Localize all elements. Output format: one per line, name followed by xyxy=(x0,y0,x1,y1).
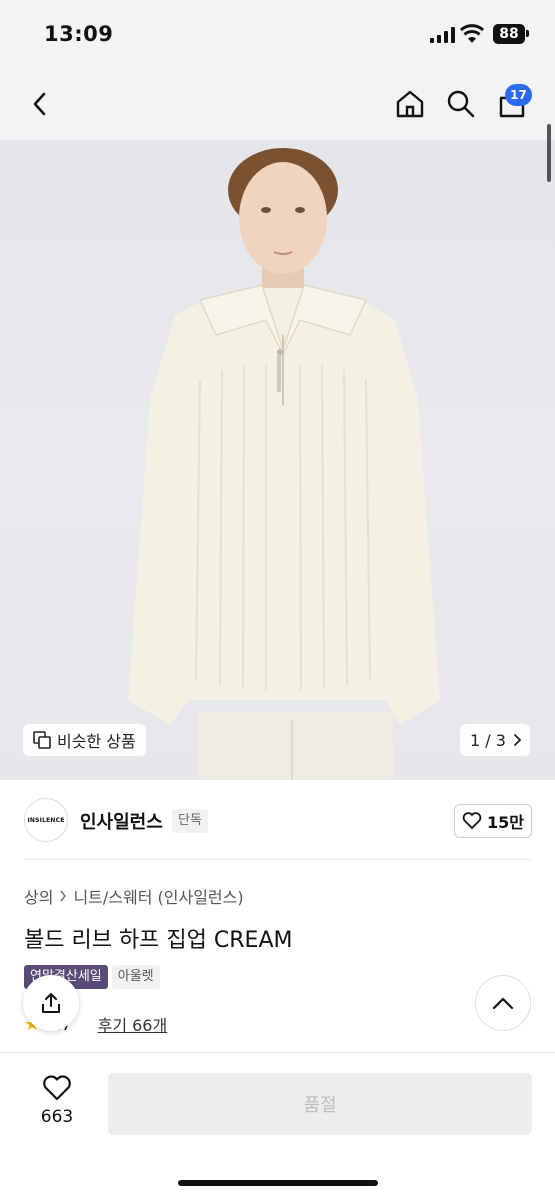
wifi-icon xyxy=(460,24,484,43)
heart-icon xyxy=(462,812,482,829)
similar-products-label: 비슷한 상품 xyxy=(57,732,136,751)
share-button[interactable] xyxy=(23,975,79,1031)
divider xyxy=(24,859,531,860)
back-button[interactable] xyxy=(22,86,58,122)
home-button[interactable] xyxy=(392,86,428,122)
soldout-button[interactable]: 품절 xyxy=(108,1073,532,1135)
home-indicator xyxy=(178,1180,378,1186)
product-title: 볼드 리브 하프 집업 CREAM xyxy=(24,928,293,953)
chevron-right-icon xyxy=(514,734,522,746)
back-arrow-icon xyxy=(33,92,46,116)
exclusive-tag: 단독 xyxy=(172,809,208,833)
wishlist-count: 663 xyxy=(40,1107,74,1127)
page-counter: 1 / 3 xyxy=(470,730,506,750)
share-icon xyxy=(42,993,60,1013)
brand-like-button[interactable]: 15만 xyxy=(454,804,532,838)
nav-bar xyxy=(0,70,555,140)
brand-logo-text: INSILENCE xyxy=(27,816,65,824)
wishlist-button[interactable]: 663 xyxy=(30,1075,84,1127)
chevron-up-icon xyxy=(492,997,514,1010)
breadcrumb-item[interactable]: 니트/스웨터 (인사일런스) xyxy=(73,884,243,908)
breadcrumb: 상의 니트/스웨터 (인사일런스) xyxy=(24,884,244,908)
copy-icon xyxy=(33,731,51,749)
soldout-label: 품절 xyxy=(303,1095,337,1116)
scroll-to-top-button[interactable] xyxy=(475,975,531,1031)
bottom-action-bar: 663 품절 xyxy=(0,1052,555,1200)
battery-tip xyxy=(526,30,529,37)
gallery-page-indicator[interactable]: 1 / 3 xyxy=(460,724,530,756)
search-button[interactable] xyxy=(443,86,479,122)
breadcrumb-item[interactable]: 상의 xyxy=(24,884,53,908)
product-photo xyxy=(128,148,440,780)
heart-icon xyxy=(43,1075,71,1101)
cart-count-badge: 17 xyxy=(505,84,532,106)
cellular-signal-icon xyxy=(430,27,455,43)
reviews-link[interactable]: 후기 66개 xyxy=(98,1012,168,1036)
status-bar: 13:09 88 xyxy=(0,0,555,70)
brand-name[interactable]: 인사일런스 xyxy=(80,808,163,834)
outlet-badge: 아울렛 xyxy=(111,965,160,989)
similar-products-button[interactable]: 비슷한 상품 xyxy=(23,724,146,756)
battery-indicator: 88 xyxy=(493,24,525,44)
product-image-gallery[interactable] xyxy=(0,140,555,780)
brand-logo[interactable]: INSILENCE xyxy=(24,798,68,842)
home-icon xyxy=(396,90,424,118)
status-time: 13:09 xyxy=(44,22,114,46)
brand-like-count: 15만 xyxy=(487,813,524,832)
chevron-right-icon xyxy=(60,890,67,902)
brand-row: INSILENCE 인사일런스 단독 15만 xyxy=(0,780,555,860)
scroll-indicator xyxy=(547,124,551,182)
search-icon xyxy=(447,90,475,118)
